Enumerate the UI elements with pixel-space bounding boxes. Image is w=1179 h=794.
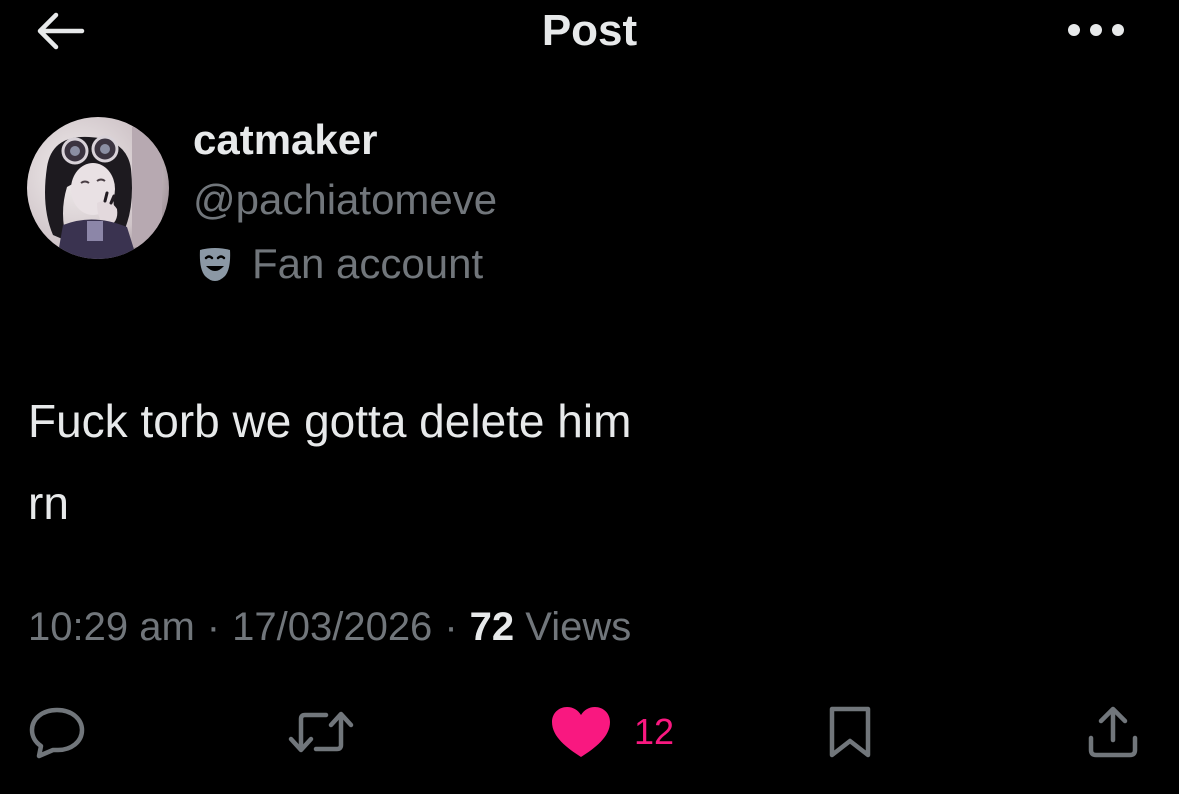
- profile-avatar-image: [27, 117, 169, 259]
- post-text-line: rn: [28, 477, 69, 529]
- meta-separator: ·: [206, 605, 221, 649]
- theater-mask-icon: [199, 248, 231, 281]
- reply-button[interactable]: [22, 700, 92, 764]
- display-name[interactable]: catmaker: [193, 114, 377, 166]
- post-meta: 10:29 am · 17/03/2026 · 72 Views: [28, 600, 631, 654]
- like-button[interactable]: 12: [550, 700, 700, 764]
- post-text-line: Fuck torb we gotta delete him: [28, 395, 632, 447]
- repost-icon: [288, 711, 354, 753]
- avatar[interactable]: [27, 117, 169, 259]
- more-button[interactable]: [1060, 12, 1132, 48]
- share-button[interactable]: [1080, 700, 1146, 764]
- heart-filled-icon: [552, 707, 610, 757]
- page-title: Post: [541, 6, 638, 55]
- more-horizontal-icon: [1068, 24, 1124, 36]
- reply-icon: [29, 707, 85, 759]
- share-icon: [1088, 706, 1138, 758]
- user-handle[interactable]: @pachiatomeve: [193, 174, 497, 226]
- post-time[interactable]: 10:29 am: [28, 605, 195, 649]
- bookmark-icon: [829, 706, 871, 758]
- account-label-text: Fan account: [252, 240, 484, 287]
- account-label: Fan account: [196, 237, 483, 291]
- like-count: 12: [634, 711, 675, 752]
- post-date[interactable]: 17/03/2026: [232, 605, 432, 649]
- meta-separator: ·: [444, 605, 458, 649]
- views-label: Views: [525, 605, 632, 649]
- repost-button[interactable]: [282, 700, 360, 764]
- bookmark-button[interactable]: [820, 700, 880, 764]
- views-count: 72: [469, 605, 515, 649]
- post-text: Fuck torb we gotta delete him rn: [28, 380, 788, 544]
